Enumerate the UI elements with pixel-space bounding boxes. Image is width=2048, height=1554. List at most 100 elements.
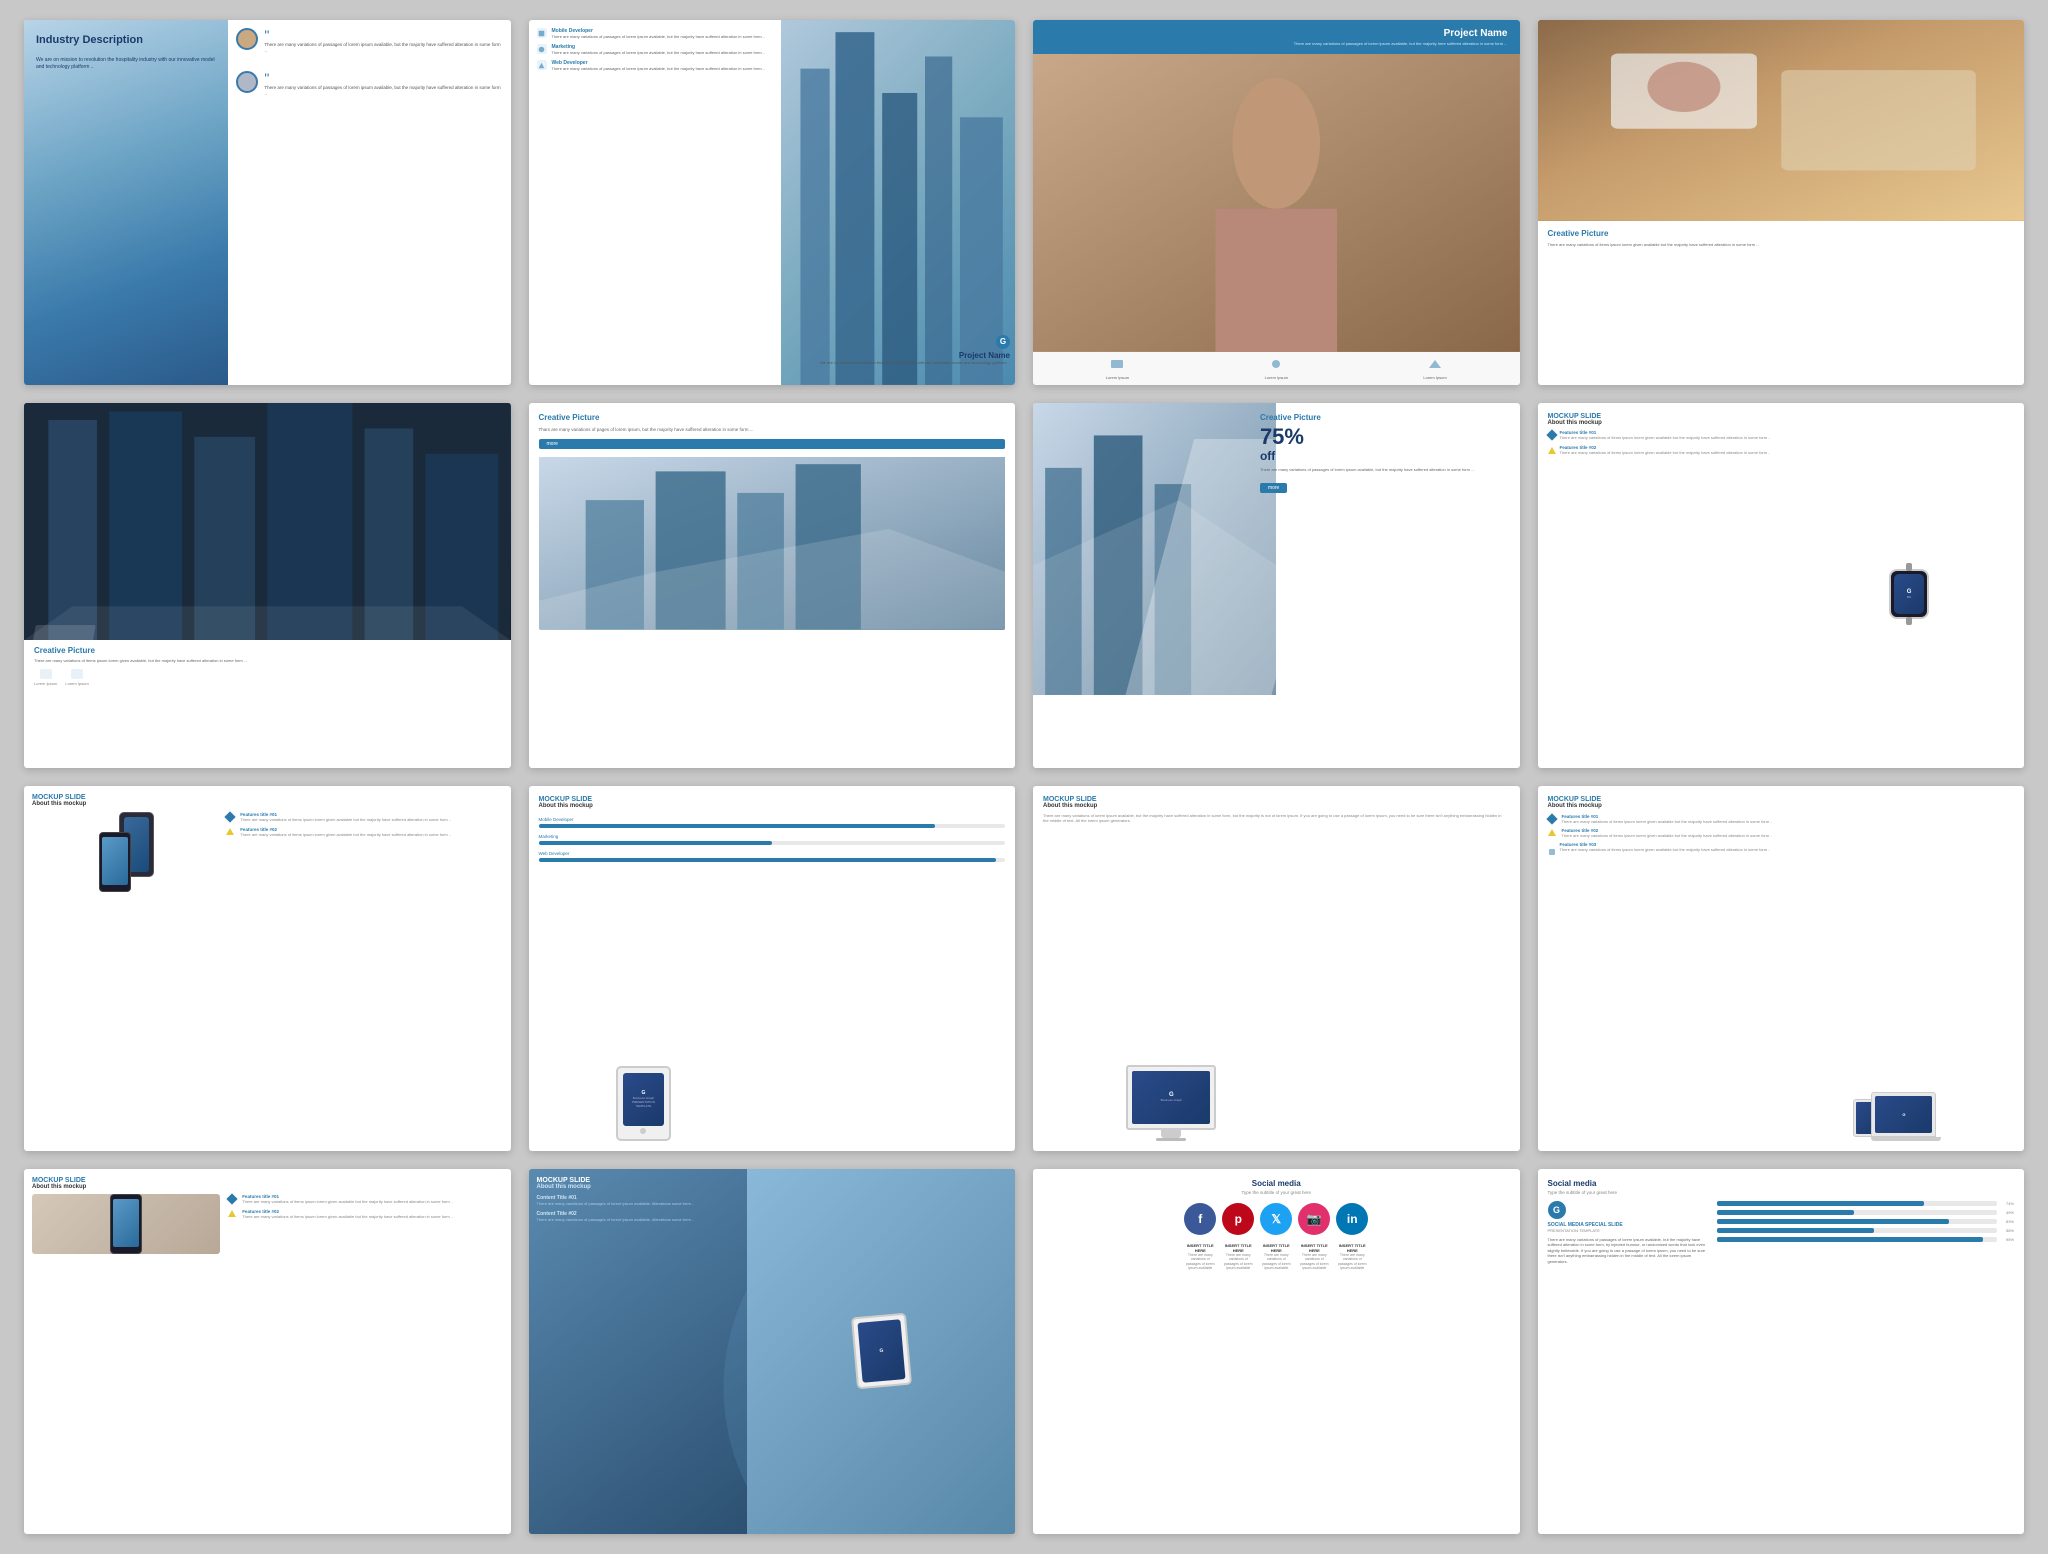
slide5-content: Creative Picture There are many variatio…	[24, 640, 511, 692]
slide1-person2-row: " There are many variations of passages …	[236, 71, 502, 98]
slide10-title: MOCKUP SLIDE	[539, 796, 1006, 803]
slide16-bar5-pct: 95%	[2000, 1237, 2014, 1242]
slide13-diamond1-icon	[227, 1193, 238, 1204]
slide10-bar2: Marketing	[539, 834, 1006, 845]
slide8-feature2: Features title #02 There are many variat…	[1548, 445, 1805, 455]
slide10-bar1: Mobile Developer	[539, 817, 1006, 828]
slide11-left: MOCKUP SLIDE About this mockup There are…	[1043, 796, 1510, 1065]
slide12-feature2: Features title #02 There are many variat…	[1548, 828, 1781, 838]
slide10-bar2-label: Marketing	[539, 834, 1006, 839]
slide2-feature3: Web Developer There are many variations …	[537, 60, 776, 71]
slide3-image-area	[1033, 54, 1520, 352]
slide14-subtitle: About this mockup	[537, 1184, 756, 1190]
slide-mockup-phones: MOCKUP SLIDE About this mockup F	[24, 786, 511, 1151]
slide8-title-area: MOCKUP SLIDE About this mockup	[1548, 413, 2015, 426]
slide13-features: Features title #01 There are many variat…	[220, 1194, 502, 1254]
slide1-title: Industry Description	[36, 34, 216, 47]
slide16-bar1-fill	[1717, 1201, 1924, 1206]
slide12-title-area: MOCKUP SLIDE About this mockup	[1548, 796, 2015, 814]
slide12-laptop-screen: G	[1875, 1096, 1932, 1133]
slide16-description: There are many variations of passages of…	[1548, 1237, 1711, 1265]
slide16-bar2-bg	[1717, 1210, 1997, 1215]
slide6-description: Thars are many variations of pages of lo…	[539, 427, 1006, 433]
slide5-brush	[32, 625, 96, 645]
slide7-more-button[interactable]: more	[1260, 483, 1287, 493]
slide12-feat2-text: Features title #02 There are many variat…	[1562, 828, 1773, 838]
slide9-phone-front-screen	[102, 837, 128, 885]
slide16-bar5: 95%	[1717, 1237, 2014, 1242]
slide10-bar2-bg	[539, 841, 1006, 845]
slide13-feature1: Features title #01 There are many variat…	[228, 1194, 502, 1204]
slide9-subtitle: About this mockup	[32, 801, 503, 807]
slide10-bar3-label: Web Developer	[539, 851, 1006, 856]
slide16-bar1-pct: 74%	[2000, 1201, 2014, 1206]
slide9-feat2-text: Features title #02 There are many variat…	[240, 827, 451, 837]
slide12-laptop: G	[1871, 1092, 1936, 1137]
slide-creative-desk: Creative Picture There are many variatio…	[1538, 20, 2025, 385]
slide16-bar5-bg	[1717, 1237, 1997, 1242]
slide12-triangle2-icon	[1548, 829, 1556, 836]
slide10-tablet-home-btn	[640, 1128, 646, 1134]
slide9-title-area: MOCKUP SLIDE About this mockup	[32, 794, 503, 807]
slide15-caption2: INSERT TITLE HERE There are many variati…	[1222, 1243, 1254, 1271]
slide8-diamond1-icon	[1546, 429, 1557, 440]
slide15-icons-row: f p 𝕏 📷 in	[1043, 1203, 1510, 1235]
slide7-suffix: %	[1284, 424, 1304, 449]
slide2-feature2-text: Marketing There are many variations of p…	[552, 44, 765, 55]
slide-social-media-bars: Social media Type the subtitle of your g…	[1538, 1169, 2025, 1534]
slide7-big-number: 75	[1260, 424, 1284, 449]
slide6-more-button[interactable]: more	[539, 439, 1006, 449]
slide-social-media-icons: Social media Type the subtitle of your g…	[1033, 1169, 1520, 1534]
slide10-bar3: Web Developer	[539, 851, 1006, 862]
slide5-title: Creative Picture	[34, 646, 501, 655]
slide2-feature2-icon	[537, 44, 547, 54]
slide14-hand-area: G	[747, 1169, 1015, 1534]
slide11-monitor-base	[1156, 1138, 1186, 1141]
slide11-right: G Business Graph	[1043, 1065, 1300, 1141]
slide7-content: Creative Picture 75% off There are many …	[1252, 403, 1520, 768]
slide-creative-buildings-dark: Creative Picture There are many variatio…	[24, 403, 511, 768]
slide12-title: MOCKUP SLIDE	[1548, 796, 2015, 803]
slide12-laptop-wrap: G	[1871, 1092, 1941, 1141]
slide16-bar1-bg	[1717, 1201, 1997, 1206]
slide16-bar3-pct: 83%	[2000, 1219, 2014, 1224]
slide12-laptop-base	[1871, 1137, 1941, 1141]
slide3-stat1: Lorem Ipsum	[1106, 357, 1129, 380]
slide1-quote2-icon: "	[264, 71, 502, 85]
slide10-bar1-fill	[539, 824, 936, 828]
slide9-phone-area	[32, 812, 220, 892]
slide5-description: There are many variations of items ipsum…	[34, 658, 501, 664]
slide15-caption1: INSERT TITLE HERE There are many variati…	[1184, 1243, 1216, 1271]
slide8-features: Features title #01 There are many variat…	[1548, 430, 1805, 758]
slide13-feat1-text: Features title #01 There are many variat…	[242, 1194, 453, 1204]
slide4-image	[1538, 20, 2025, 221]
slide15-linkedin-icon: in	[1336, 1203, 1368, 1235]
slide16-bar4-fill	[1717, 1228, 1874, 1233]
slide2-g-icon: G	[996, 335, 1010, 349]
slide8-triangle2-icon	[1548, 446, 1556, 454]
slide14-tablet-device: G	[851, 1313, 912, 1390]
slide16-bar4-bg	[1717, 1228, 1997, 1233]
slide11-monitor: G Business Graph	[1126, 1065, 1216, 1130]
slide14-content2: Content Title #02 There are many variati…	[537, 1211, 756, 1222]
slide13-main-row: Features title #01 There are many variat…	[32, 1194, 503, 1254]
slide8-feat2-text: Features title #02 There are many variat…	[1560, 445, 1771, 455]
slide12-note3-icon	[1548, 843, 1556, 851]
slide16-subtitle: Type the subtitle of your great here	[1548, 1190, 2015, 1195]
slide11-monitor-stand	[1161, 1130, 1181, 1138]
slide13-phone-area	[32, 1194, 220, 1254]
slide8-feat1-text: Features title #01 There are many variat…	[1560, 430, 1771, 440]
slide9-title: MOCKUP SLIDE	[32, 794, 503, 801]
slide16-bar3-fill	[1717, 1219, 1950, 1224]
slide4-description: There are many variations of items ipsum…	[1548, 242, 2015, 248]
slide15-captions-row: INSERT TITLE HERE There are many variati…	[1043, 1243, 1510, 1271]
slide1-person1-text: " There are many variations of passages …	[264, 28, 502, 55]
slide3-top-bar: Project Name There are many variations o…	[1033, 20, 1520, 54]
slide13-title: MOCKUP SLIDE	[32, 1177, 503, 1184]
slide16-g-icon: G	[1548, 1201, 1566, 1219]
slide6-image	[539, 457, 1006, 629]
slide2-feature1-icon	[537, 28, 547, 38]
slide14-title: MOCKUP SLIDE	[537, 1177, 756, 1184]
slide13-phone-front	[110, 1194, 142, 1254]
slide10-tablet: G Business Graph PRESENTATION TEMPLATE	[616, 1066, 671, 1141]
